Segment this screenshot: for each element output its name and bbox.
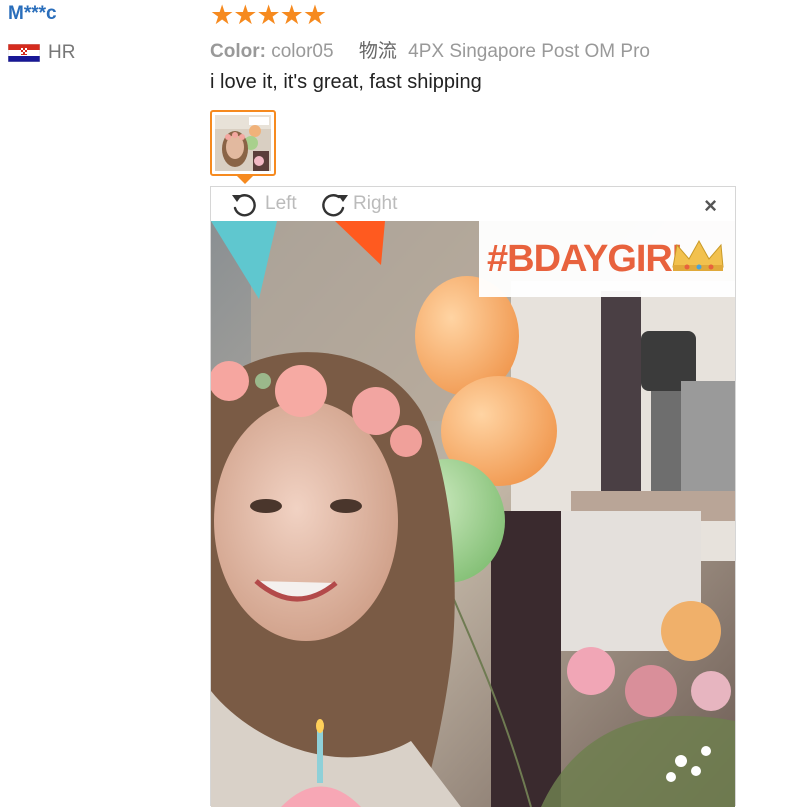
review-photo: #BDAYGIRL: [211, 221, 735, 807]
star-icon: ★: [233, 0, 258, 30]
color-value: color05: [271, 41, 334, 62]
review-photo-image: #BDAYGIRL: [211, 221, 735, 807]
country-code: HR: [48, 42, 76, 63]
star-icon: ★: [256, 0, 281, 30]
viewer-toolbar: Left Right ×: [211, 187, 735, 221]
thumbnail-pointer: [237, 176, 253, 184]
logistics-label: 物流: [358, 41, 397, 62]
color-label: Color:: [210, 41, 266, 62]
star-icon: ★: [302, 0, 328, 30]
croatia-flag-icon: [8, 44, 40, 62]
user-name: M***c: [8, 3, 57, 24]
rotate-left-icon: [232, 194, 256, 217]
rotate-right-label: Right: [353, 193, 398, 214]
rotate-right-button[interactable]: Right: [317, 190, 397, 218]
rotate-left-button[interactable]: Left: [229, 190, 297, 218]
bdaygirl-sticker-text: #BDAYGIRL: [487, 238, 695, 280]
star-rating: ★ ★ ★ ★ ★: [210, 0, 328, 30]
star-icon: ★: [279, 0, 304, 30]
rotate-right-icon: [322, 194, 348, 217]
review-photo-thumbnail[interactable]: [210, 110, 276, 176]
country-row: HR: [8, 42, 75, 64]
product-attributes: Color: color05 物流 4PX Singapore Post OM …: [210, 36, 650, 63]
logistics-value: 4PX Singapore Post OM Pro: [408, 41, 650, 62]
star-icon: ★: [210, 0, 235, 30]
close-viewer-button[interactable]: ×: [704, 193, 717, 219]
review-text: i love it, it's great, fast shipping: [210, 71, 482, 93]
rotate-left-label: Left: [265, 193, 297, 214]
photo-viewer: Left Right × #BDAYGIRL: [210, 186, 736, 807]
